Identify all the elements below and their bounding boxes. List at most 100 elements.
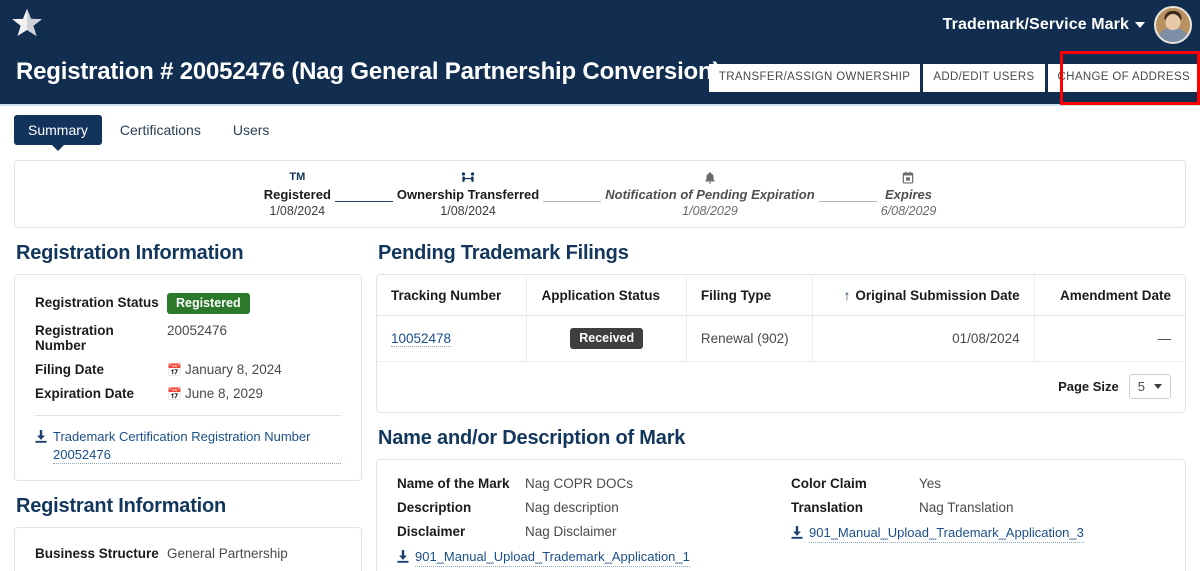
disclaimer-row: Disclaimer Nag Disclaimer bbox=[397, 524, 771, 539]
caret-down-icon bbox=[1154, 384, 1162, 389]
table-footer: Page Size 5 bbox=[377, 362, 1185, 412]
right-column: Pending Trademark Filings Tracking Numbe… bbox=[376, 228, 1186, 571]
table-row: 10052478 Received Renewal (902) 01/08/20… bbox=[377, 316, 1185, 362]
field-label: Business Structure bbox=[35, 546, 167, 561]
caret-down-icon bbox=[1135, 22, 1145, 28]
pending-filings-table: Tracking Number Application Status Filin… bbox=[377, 275, 1185, 362]
field-label: Filing Date bbox=[35, 362, 167, 377]
timeline-step-date: 1/08/2029 bbox=[605, 204, 814, 218]
field-value: 20052476 bbox=[167, 323, 227, 338]
field-value: June 8, 2029 bbox=[185, 386, 263, 401]
main-content: Registration Information Registration St… bbox=[0, 228, 1200, 571]
field-value: General Partnership bbox=[167, 546, 288, 561]
status-badge: Registered bbox=[167, 293, 250, 314]
column-header-application-status[interactable]: Application Status bbox=[527, 275, 686, 316]
expiration-date-row: Expiration Date 📅June 8, 2029 bbox=[35, 386, 341, 401]
field-value: Yes bbox=[919, 476, 941, 491]
brand-name: Trademark/Service Mark bbox=[943, 16, 1129, 34]
registration-status-row: Registration Status Registered bbox=[35, 293, 341, 314]
tab-summary[interactable]: Summary bbox=[14, 115, 102, 145]
field-label: Expiration Date bbox=[35, 386, 167, 401]
cell-application-status: Received bbox=[527, 316, 686, 362]
calendar-icon: 📅 bbox=[167, 387, 182, 401]
download-icon bbox=[791, 526, 803, 539]
column-header-filing-type[interactable]: Filing Type bbox=[686, 275, 812, 316]
page-size-value: 5 bbox=[1138, 379, 1145, 394]
tm-icon: TM bbox=[264, 170, 331, 185]
cell-tracking-number: 10052478 bbox=[377, 316, 527, 362]
registrant-information-card: Business Structure General Partnership bbox=[14, 527, 362, 571]
table-header-row: Tracking Number Application Status Filin… bbox=[377, 275, 1185, 316]
star-icon bbox=[10, 6, 44, 40]
page-size-label: Page Size bbox=[1058, 379, 1119, 394]
account-menu[interactable]: Trademark/Service Mark bbox=[943, 6, 1192, 44]
change-of-address-button[interactable]: CHANGE OF ADDRESS bbox=[1048, 64, 1200, 92]
timeline-step-registered: TM Registered 1/08/2024 bbox=[260, 170, 335, 218]
timeline-step-label: Registered bbox=[264, 187, 331, 202]
field-value: Nag Translation bbox=[919, 500, 1014, 515]
field-label: Registration Status bbox=[35, 295, 167, 310]
mark-attachment-link-3[interactable]: 901_Manual_Upload_Trademark_Application_… bbox=[791, 524, 1165, 543]
timeline-connector bbox=[543, 201, 601, 202]
field-value: Nag COPR DOCs bbox=[525, 476, 633, 491]
field-value: January 8, 2024 bbox=[185, 362, 282, 377]
registration-information-heading: Registration Information bbox=[16, 242, 362, 265]
name-of-the-mark-row: Name of the Mark Nag COPR DOCs bbox=[397, 476, 771, 491]
mark-description-card: Name of the Mark Nag COPR DOCs Descripti… bbox=[376, 459, 1186, 571]
transfer-icon bbox=[397, 170, 539, 185]
mark-left-column: Name of the Mark Nag COPR DOCs Descripti… bbox=[397, 476, 771, 567]
tab-certifications[interactable]: Certifications bbox=[106, 115, 215, 145]
attachment-label: 901_Manual_Upload_Trademark_Application_… bbox=[809, 524, 1084, 543]
cell-original-submission-date: 01/08/2024 bbox=[813, 316, 1035, 362]
field-value: Nag Disclaimer bbox=[525, 524, 617, 539]
download-link-label: Trademark Certification Registration Num… bbox=[53, 428, 341, 464]
calendar-icon: 📅 bbox=[167, 363, 182, 377]
translation-row: Translation Nag Translation bbox=[791, 500, 1165, 515]
divider bbox=[35, 415, 341, 416]
page-title: Registration # 20052476 (Nag General Par… bbox=[16, 58, 720, 86]
add-edit-users-button[interactable]: ADD/EDIT USERS bbox=[923, 64, 1044, 92]
timeline-step-notification-of-pending-expiration: Notification of Pending Expiration 1/08/… bbox=[601, 170, 818, 218]
timeline-step-label: Expires bbox=[881, 187, 937, 202]
mark-description-heading: Name and/or Description of Mark bbox=[378, 427, 1186, 450]
sort-asc-icon: ↑ bbox=[844, 288, 851, 303]
transfer-assign-ownership-button[interactable]: TRANSFER/ASSIGN OWNERSHIP bbox=[709, 64, 921, 92]
cell-amendment-date: — bbox=[1034, 316, 1185, 362]
color-claim-row: Color Claim Yes bbox=[791, 476, 1165, 491]
trademark-certification-download-link[interactable]: Trademark Certification Registration Num… bbox=[35, 428, 341, 464]
timeline-connector bbox=[335, 201, 393, 202]
timeline-step-date: 6/08/2029 bbox=[881, 204, 937, 218]
field-label: Registration Number bbox=[35, 323, 167, 353]
tab-users[interactable]: Users bbox=[219, 115, 284, 145]
column-header-original-submission-date[interactable]: ↑ Original Submission Date bbox=[813, 275, 1035, 316]
mark-attachment-link-1[interactable]: 901_Manual_Upload_Trademark_Application_… bbox=[397, 548, 771, 567]
timeline-step-date: 1/08/2024 bbox=[264, 204, 331, 218]
field-label: Translation bbox=[791, 500, 919, 515]
pending-filings-card: Tracking Number Application Status Filin… bbox=[376, 274, 1186, 413]
business-structure-row: Business Structure General Partnership bbox=[35, 546, 341, 561]
column-header-tracking-number[interactable]: Tracking Number bbox=[377, 275, 527, 316]
left-column: Registration Information Registration St… bbox=[14, 228, 362, 571]
column-header-amendment-date[interactable]: Amendment Date bbox=[1034, 275, 1185, 316]
calendar-x-icon bbox=[881, 170, 937, 185]
mark-right-column: Color Claim Yes Translation Nag Translat… bbox=[791, 476, 1165, 567]
timeline-connector bbox=[819, 201, 877, 202]
column-header-label: Original Submission Date bbox=[855, 288, 1019, 303]
timeline-step-expires: Expires 6/08/2029 bbox=[877, 170, 941, 218]
page-size-select[interactable]: 5 bbox=[1129, 374, 1171, 399]
bell-icon bbox=[605, 170, 814, 185]
timeline-step-ownership-transferred: Ownership Transferred 1/08/2024 bbox=[393, 170, 543, 218]
field-label: Disclaimer bbox=[397, 524, 525, 539]
app-header: Trademark/Service Mark Registration # 20… bbox=[0, 0, 1200, 106]
description-row: Description Nag description bbox=[397, 500, 771, 515]
field-label: Name of the Mark bbox=[397, 476, 525, 491]
download-icon bbox=[397, 550, 409, 563]
pending-trademark-filings-heading: Pending Trademark Filings bbox=[378, 242, 1186, 265]
timeline-step-label: Ownership Transferred bbox=[397, 187, 539, 202]
avatar[interactable] bbox=[1154, 6, 1192, 44]
field-label: Color Claim bbox=[791, 476, 919, 491]
registration-information-card: Registration Status Registered Registrat… bbox=[14, 274, 362, 481]
cell-filing-type: Renewal (902) bbox=[686, 316, 812, 362]
tracking-number-link[interactable]: 10052478 bbox=[391, 331, 451, 347]
field-value: Nag description bbox=[525, 500, 619, 515]
